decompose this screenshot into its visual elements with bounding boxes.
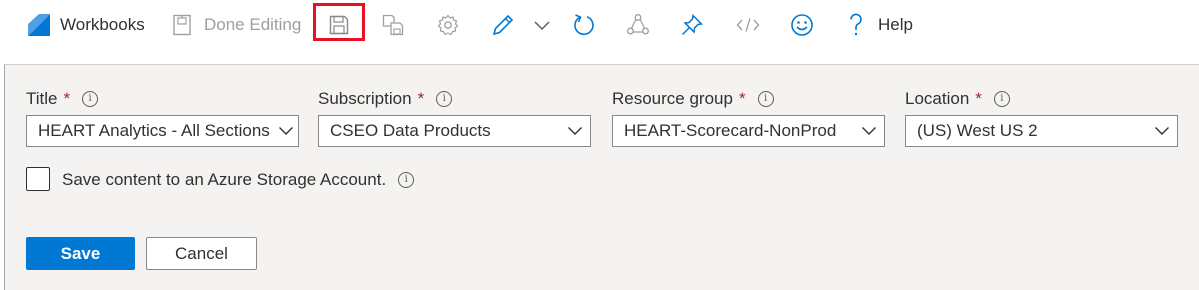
title-input[interactable]: HEART Analytics - All Sections — [26, 115, 299, 147]
refresh-button[interactable] — [572, 0, 596, 50]
save-as-button[interactable] — [382, 0, 404, 50]
subscription-label: Subscription — [318, 89, 412, 108]
location-field-label: Location * i — [905, 89, 1010, 109]
title-field-label: Title * i — [26, 89, 99, 109]
chevron-down-icon — [854, 126, 884, 136]
help-button[interactable]: Help — [848, 0, 913, 50]
chevron-down-icon — [533, 19, 551, 31]
edit-button[interactable] — [491, 0, 515, 50]
settings-icon — [437, 14, 459, 36]
required-marker: * — [63, 89, 71, 108]
resource-group-label: Resource group — [612, 89, 733, 108]
done-editing-icon — [172, 14, 192, 36]
save-as-icon — [382, 14, 404, 36]
code-button[interactable] — [736, 0, 760, 50]
help-icon — [848, 13, 864, 37]
edit-dropdown-button[interactable] — [533, 0, 551, 50]
pin-button[interactable] — [681, 0, 703, 50]
storage-checkbox-label: Save content to an Azure Storage Account… — [62, 170, 387, 189]
resource-group-dropdown[interactable]: HEART-Scorecard-NonProd — [612, 115, 885, 147]
share-button[interactable] — [626, 0, 650, 50]
chevron-down-icon — [1147, 126, 1177, 136]
share-icon — [626, 13, 650, 37]
title-value: HEART Analytics - All Sections — [38, 121, 270, 140]
save-highlight-box — [313, 3, 365, 41]
feedback-smile-icon — [790, 13, 814, 37]
chevron-down-icon — [560, 126, 590, 136]
pin-icon — [681, 14, 703, 36]
storage-checkbox[interactable] — [26, 167, 50, 191]
workbooks-logo-icon — [28, 14, 50, 36]
info-icon[interactable]: i — [398, 172, 415, 188]
subscription-dropdown[interactable]: CSEO Data Products — [318, 115, 591, 147]
save-button[interactable]: Save — [26, 237, 135, 270]
help-label: Help — [878, 15, 913, 34]
location-dropdown[interactable]: (US) West US 2 — [905, 115, 1178, 147]
required-marker: * — [738, 89, 746, 108]
cancel-button[interactable]: Cancel — [146, 237, 257, 270]
info-icon[interactable]: i — [82, 91, 99, 107]
done-editing-label: Done Editing — [204, 15, 302, 34]
info-icon[interactable]: i — [757, 91, 774, 107]
code-icon — [736, 17, 760, 33]
location-value: (US) West US 2 — [917, 121, 1038, 140]
settings-button[interactable] — [437, 0, 459, 50]
workbooks-label: Workbooks — [60, 15, 145, 34]
chevron-down-icon — [274, 126, 298, 136]
required-marker: * — [417, 89, 425, 108]
location-label: Location — [905, 89, 970, 108]
done-editing-button[interactable]: Done Editing — [172, 0, 301, 50]
required-marker: * — [975, 89, 982, 108]
resource-group-field-label: Resource group * i — [612, 89, 774, 109]
edit-icon — [491, 13, 515, 37]
storage-checkbox-row: Save content to an Azure Storage Account… — [62, 170, 415, 190]
info-icon[interactable]: i — [993, 91, 1010, 107]
refresh-icon — [572, 13, 596, 37]
workbooks-button[interactable]: Workbooks — [28, 0, 145, 50]
title-label: Title — [26, 89, 58, 108]
info-icon[interactable]: i — [436, 91, 453, 107]
subscription-field-label: Subscription * i — [318, 89, 453, 109]
toolbar: Workbooks Done Editing Help — [0, 0, 1199, 50]
feedback-button[interactable] — [790, 0, 814, 50]
resource-group-value: HEART-Scorecard-NonProd — [624, 121, 837, 140]
subscription-value: CSEO Data Products — [330, 121, 491, 140]
